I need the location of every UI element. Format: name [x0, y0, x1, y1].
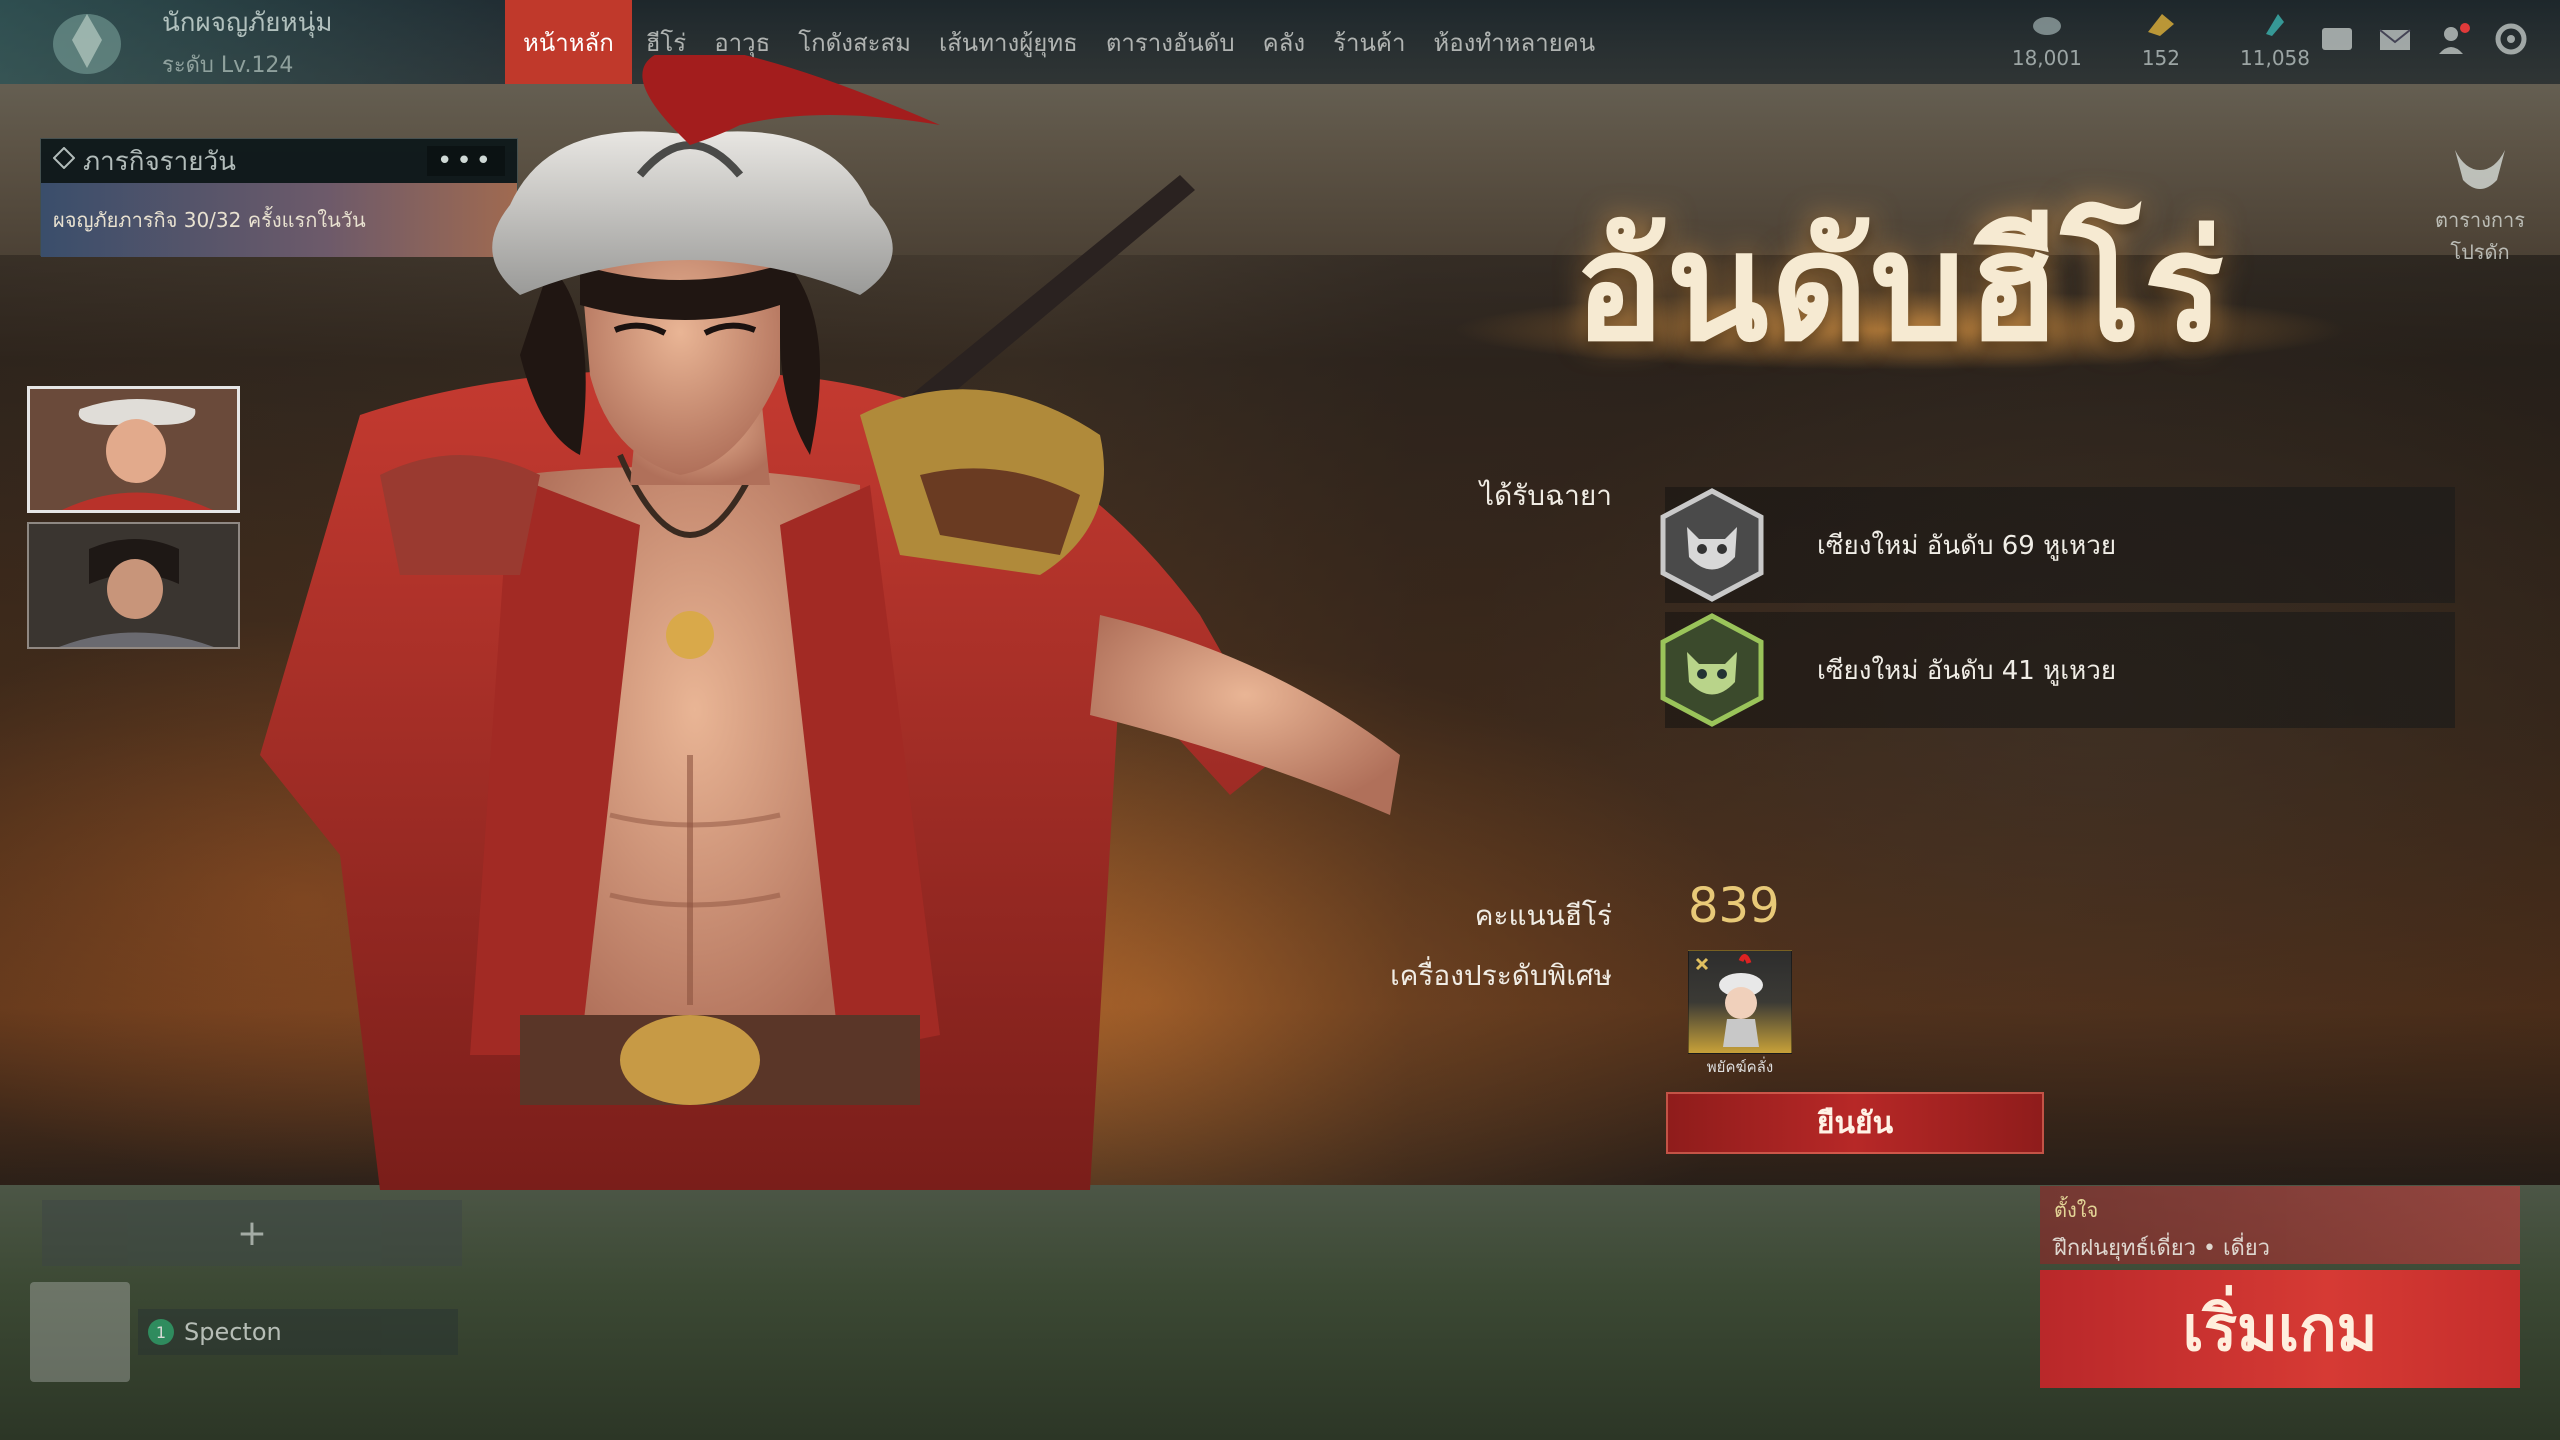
add-party-member-button[interactable]: + — [42, 1200, 462, 1266]
gold-icon — [2144, 10, 2178, 44]
green-demon-badge-icon — [1657, 612, 1767, 728]
currency-jade[interactable]: 11,058 — [2240, 10, 2310, 70]
hero-score-label: คะแนนฮีโร่ — [1474, 899, 1612, 932]
tiger-chibi-icon — [1695, 954, 1763, 1047]
title-row-1-text: เซียงใหม่ อันดับ 69 หูเหวย — [1817, 530, 2117, 561]
card-icon[interactable] — [2318, 20, 2356, 58]
currency-gold[interactable]: 152 — [2142, 10, 2180, 70]
hero-skin-thumbnail-2[interactable] — [27, 522, 240, 649]
jade-icon — [2258, 10, 2292, 44]
hero-portrait — [220, 45, 1400, 1190]
titles-received-label: ได้รับฉายา — [1479, 479, 1612, 512]
game-mode-selector[interactable]: ตั้งใจ ฝึกฝนยุทธ์เดี่ยว • เดี่ยว — [2040, 1186, 2520, 1264]
avatar — [30, 1282, 130, 1382]
title-row-2: เซียงใหม่ อันดับ 41 หูเหวย — [1660, 612, 2455, 728]
currency-jade-value: 11,058 — [2240, 46, 2310, 70]
mail-icon[interactable] — [2376, 20, 2414, 58]
member-name: Specton — [184, 1318, 282, 1346]
nav-multiplayer[interactable]: ห้องทำหลายคน — [1419, 0, 1609, 84]
mode-value: ฝึกฝนยุทธ์เดี่ยว • เดี่ยว — [2054, 1236, 2271, 1261]
title-row-1: เซียงใหม่ อันดับ 69 หูเหวย — [1660, 487, 2455, 603]
silver-demon-badge-icon — [1657, 487, 1767, 603]
title-row-2-text: เซียงใหม่ อันดับ 41 หูเหวย — [1817, 655, 2117, 686]
confirm-button[interactable]: ยืนยัน — [1666, 1092, 2044, 1154]
currency-coin-value: 18,001 — [2011, 46, 2082, 70]
player-emblem-icon — [32, 2, 142, 82]
side-shortcut[interactable]: ตารางการโปรดัก — [2420, 140, 2540, 268]
currency-gold-value: 152 — [2141, 46, 2181, 70]
coin-icon — [2030, 10, 2064, 44]
daily-mission-header: ภารกิจรายวัน — [52, 141, 236, 182]
currency-group: 18,001 152 11,058 — [2012, 10, 2310, 70]
accessory-name: พยัคฆ์คลั่ง — [1706, 1058, 1774, 1076]
accessory-label: เครื่องประดับพิเศษ — [1390, 959, 1612, 992]
member-rank-badge: 1 — [148, 1319, 174, 1345]
hero-skin-2-icon — [29, 524, 238, 647]
ox-mask-icon — [2420, 140, 2540, 204]
diamond-icon — [52, 146, 76, 176]
hero-score-value: 839 — [1688, 878, 1780, 934]
settings-icon[interactable] — [2492, 20, 2530, 58]
mode-label: ตั้งใจ — [2054, 1198, 2099, 1222]
page-title: อันดับฮีโร่ — [1574, 199, 2226, 375]
party-member[interactable]: 1 Specton — [30, 1282, 470, 1382]
system-icons — [2318, 20, 2530, 58]
daily-mission-title: ภารกิจรายวัน — [83, 146, 236, 177]
hero-skin-thumbnail-1[interactable] — [27, 386, 240, 513]
accessory-item[interactable] — [1688, 950, 1792, 1054]
friends-icon[interactable] — [2434, 20, 2472, 58]
side-shortcut-label: ตารางการโปรดัก — [2434, 208, 2526, 264]
start-game-button[interactable]: เริ่มเกม — [2040, 1270, 2520, 1388]
player-name: นักผจญภัยหนุ่ม — [162, 8, 333, 38]
currency-coin[interactable]: 18,001 — [2012, 10, 2082, 70]
hero-skin-1-icon — [30, 389, 237, 510]
